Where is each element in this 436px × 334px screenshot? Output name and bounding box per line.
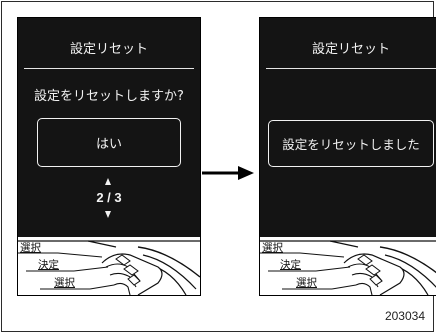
select-down-button-label: 選択 <box>54 277 75 289</box>
enter-button-label: 決定 <box>280 259 301 271</box>
title-divider <box>24 68 194 69</box>
figure-frame: 設定リセット 設定をリセットしますか? はい 2 / 3 選択 決定 選択 設定… <box>1 1 436 332</box>
page-indicator: 2 / 3 <box>18 178 200 218</box>
control-panel: 選択 決定 選択 <box>260 237 436 295</box>
device-screen-after: 設定リセット 設定をリセットしました 選択 決定 選択 <box>259 17 436 296</box>
yes-option-label: はい <box>95 137 122 152</box>
figure-code: 203034 <box>384 309 425 323</box>
yes-option-button[interactable]: はい <box>37 118 181 167</box>
select-up-button-label: 選択 <box>262 242 283 254</box>
reset-question: 設定をリセットしますか? <box>34 89 184 104</box>
up-arrow-icon <box>105 178 111 185</box>
down-arrow-icon <box>105 211 111 218</box>
screen-title: 設定リセット <box>69 42 148 57</box>
select-down-button-label: 選択 <box>296 277 317 289</box>
title-divider <box>266 68 436 69</box>
device-screen-before: 設定リセット 設定をリセットしますか? はい 2 / 3 選択 決定 選択 <box>17 17 201 296</box>
enter-button-label: 決定 <box>38 259 59 271</box>
screen-title: 設定リセット <box>311 42 390 57</box>
right-arrow-icon <box>202 166 254 180</box>
control-panel: 選択 決定 選択 <box>18 237 200 295</box>
reset-complete-message-box: 設定をリセットしました <box>268 120 434 167</box>
reset-complete-message: 設定をリセットしました <box>282 137 420 152</box>
select-up-button-label: 選択 <box>20 242 41 254</box>
page-indicator-text: 2 / 3 <box>96 190 122 205</box>
